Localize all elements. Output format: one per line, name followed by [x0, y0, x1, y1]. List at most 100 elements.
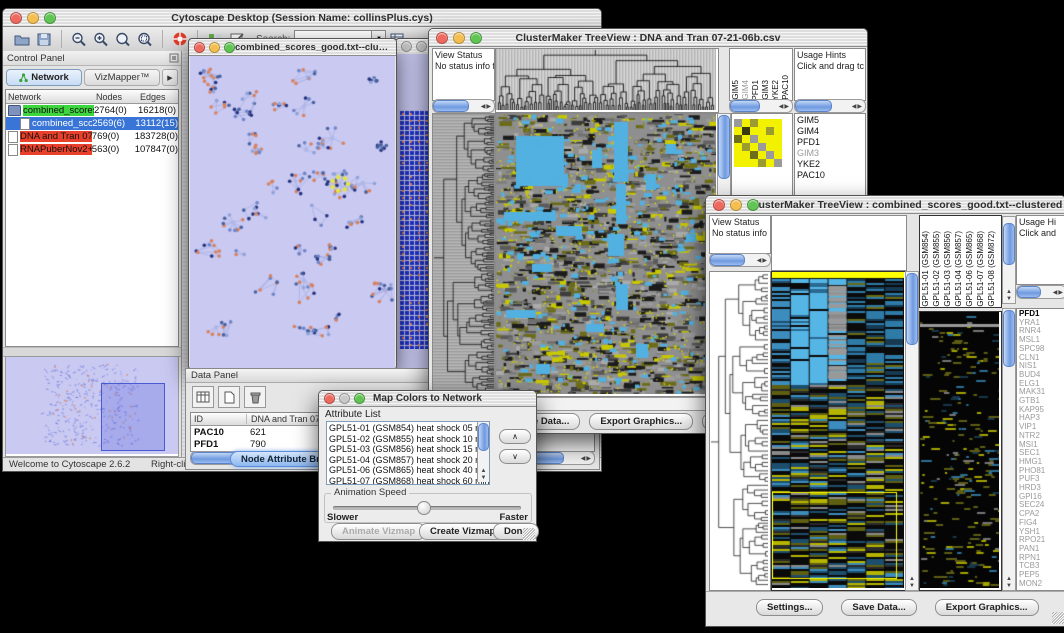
column-label[interactable]: PAC10	[781, 75, 790, 100]
table-row[interactable]: DNA and Tran 07 769(0) 183728(0)	[6, 130, 178, 143]
treeview-button[interactable]: Export Graphics...	[589, 413, 693, 430]
tv2-view-status-scrollbar[interactable]: ◀▶	[709, 253, 771, 267]
attribute-listbox[interactable]: GPL51-01 (GSM854) heat shock 05 minGPL51…	[326, 421, 490, 485]
treeview-button[interactable]: Export Graphics...	[935, 599, 1039, 616]
gene-label[interactable]: MON2	[1019, 580, 1064, 589]
overview-viewport-rect[interactable]	[101, 383, 165, 451]
column-label[interactable]: YKE2	[771, 80, 780, 100]
treeview1-title: ClusterMaker TreeView : DNA and Tran 07-…	[429, 32, 867, 44]
animate-vizmap-button[interactable]: Animate Vizmap	[331, 523, 426, 540]
tv2-column-dendrogram[interactable]	[771, 215, 907, 271]
minimize-icon[interactable]	[209, 42, 220, 53]
gene-label[interactable]: YKE2	[797, 159, 863, 170]
table-row[interactable]: RNAPuberNov2+ 563(0) 107847(0)	[6, 143, 178, 156]
attribute-item[interactable]: GPL51-03 (GSM856) heat shock 15 min	[329, 444, 487, 455]
minimize-icon[interactable]	[27, 12, 39, 24]
column-label[interactable]: GPL51-06 (GSM865)	[965, 231, 974, 307]
close-icon[interactable]	[401, 41, 412, 52]
close-icon[interactable]	[324, 393, 335, 404]
zoom-in-icon[interactable]	[90, 29, 112, 49]
column-label[interactable]: PFD1	[751, 80, 760, 100]
column-label[interactable]: GPL51-01 (GSM854)	[921, 231, 930, 307]
zoom-out-icon[interactable]	[68, 29, 90, 49]
minimize-icon[interactable]	[453, 32, 465, 44]
main-titlebar[interactable]: Cytoscape Desktop (Session Name: collins…	[3, 9, 601, 27]
column-label[interactable]: GPL51-03 (GSM856)	[943, 231, 952, 307]
resize-grip[interactable]	[523, 528, 535, 540]
tv1-heatmap[interactable]	[495, 113, 719, 397]
tab-more-button[interactable]: ▶	[162, 69, 178, 86]
column-label[interactable]: GIM5	[731, 80, 740, 100]
tv1-view-status-scrollbar[interactable]: ◀▶	[432, 99, 495, 113]
tv2-row-dendrogram[interactable]	[709, 271, 771, 591]
close-icon[interactable]	[436, 32, 448, 44]
tv2-column-labels-vscrollbar[interactable]: ▲▼	[1002, 216, 1016, 304]
window-controls[interactable]	[10, 12, 56, 24]
tv1-column-labels-scrollbar[interactable]: ◀▶	[729, 99, 793, 113]
network-view-canvas[interactable]	[190, 56, 395, 368]
minimize-icon[interactable]	[339, 393, 350, 404]
zoom-window-icon[interactable]	[224, 42, 235, 53]
tv2-secondary-heatmap[interactable]	[919, 311, 1002, 591]
treeview-button[interactable]: Settings...	[756, 599, 823, 616]
delete-attribute-icon[interactable]	[244, 386, 266, 408]
tab-vizmapper[interactable]: VizMapper™	[84, 69, 160, 86]
attribute-item[interactable]: GPL51-01 (GSM854) heat shock 05 min	[329, 423, 487, 434]
column-label[interactable]: GIM4	[741, 80, 750, 100]
tv1-row-dendrogram[interactable]	[432, 113, 495, 397]
column-label[interactable]: GPL51-08 (GSM872)	[987, 231, 996, 307]
network-tree-table[interactable]: Network Nodes Edges combined_scores 2764…	[5, 89, 179, 347]
column-label[interactable]: GPL51-04 (GSM857)	[954, 231, 963, 307]
move-down-button[interactable]: ∨	[499, 449, 531, 464]
network-overview[interactable]	[5, 356, 179, 457]
zoom-window-icon[interactable]	[44, 12, 56, 24]
zoom-window-icon[interactable]	[354, 393, 365, 404]
new-attribute-icon[interactable]	[218, 386, 240, 408]
treeview-button[interactable]: Save Data...	[841, 599, 916, 616]
tv2-gene-list-vscrollbar[interactable]: ▲▼	[1002, 308, 1016, 591]
zoom-window-icon[interactable]	[747, 199, 759, 211]
close-icon[interactable]	[713, 199, 725, 211]
gene-label[interactable]: GIM4	[797, 126, 863, 137]
tv2-heatmap-vscrollbar[interactable]: ▲▼	[905, 271, 919, 591]
column-label[interactable]: GIM3	[761, 80, 770, 100]
attribute-item[interactable]: GPL51-02 (GSM855) heat shock 10 min	[329, 434, 487, 445]
gene-label[interactable]: PAC10	[797, 170, 863, 181]
save-icon[interactable]	[33, 29, 55, 49]
close-icon[interactable]	[194, 42, 205, 53]
open-file-icon[interactable]	[11, 29, 33, 49]
attribute-list-scrollbar[interactable]: ▲▼	[477, 422, 489, 482]
minimize-icon[interactable]	[730, 199, 742, 211]
attribute-item[interactable]: GPL51-06 (GSM865) heat shock 40 min	[329, 465, 487, 476]
table-row[interactable]: combined_sco 2569(6) 13112(15)	[6, 117, 178, 130]
gene-label[interactable]: PFD1	[797, 137, 863, 148]
similarity-matrix[interactable]	[734, 119, 782, 167]
attribute-select-icon[interactable]	[192, 386, 214, 408]
tv2-usage-hints-scrollbar[interactable]: ◀▶	[1016, 285, 1064, 299]
close-icon[interactable]	[10, 12, 22, 24]
attribute-item[interactable]: GPL51-04 (GSM857) heat shock 20 min	[329, 455, 487, 466]
table-row[interactable]: combined_scores 2764(0) 16218(0)	[6, 104, 178, 117]
attribute-item[interactable]: GPL51-07 (GSM868) heat shock 60 min	[329, 476, 487, 486]
gene-label[interactable]: GIM5	[797, 115, 863, 126]
tab-network[interactable]: Network	[6, 69, 82, 86]
move-up-button[interactable]: ∧	[499, 429, 531, 444]
column-label[interactable]: GPL51-02 (GSM855)	[932, 231, 941, 307]
tv1-column-dendrogram[interactable]	[495, 48, 719, 113]
zoom-fit-icon[interactable]	[112, 29, 134, 49]
float-panel-icon[interactable]	[167, 52, 181, 64]
control-panel-title: Control Panel	[3, 53, 167, 64]
zoom-window-icon[interactable]	[470, 32, 482, 44]
attribute-list-label: Attribute List	[325, 409, 381, 420]
zoom-selection-icon[interactable]	[134, 29, 156, 49]
minimize-icon[interactable]	[416, 41, 427, 52]
resize-grip[interactable]	[1052, 612, 1064, 624]
slider-thumb[interactable]	[417, 501, 431, 515]
gene-label[interactable]: GIM3	[797, 148, 863, 159]
dense-network-canvas[interactable]	[399, 109, 431, 349]
tv1-usage-hints-scrollbar[interactable]: ◀▶	[794, 99, 866, 113]
column-label[interactable]: GPL51-07 (GSM868)	[976, 231, 985, 307]
control-panel: Control Panel Network VizMapper™ ▶ Netwo…	[3, 51, 182, 457]
network-table-header[interactable]: Network Nodes Edges	[6, 90, 178, 104]
tv2-heatmap[interactable]	[771, 271, 907, 591]
